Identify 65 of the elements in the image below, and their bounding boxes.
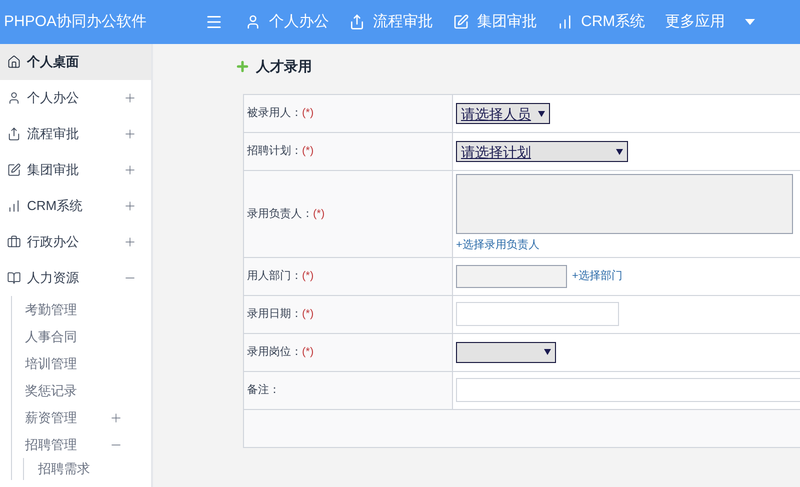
input-field[interactable] — [456, 264, 567, 288]
required-mark: (*) — [313, 206, 325, 222]
share-icon — [349, 14, 365, 30]
app-title: PHPOA协同办公软件 — [3, 12, 148, 32]
person-icon — [245, 14, 261, 30]
required-mark: (*) — [302, 306, 314, 322]
field-label: 被录用人： — [247, 106, 302, 122]
field-label: 录用负责人： — [247, 206, 313, 222]
sidebar-item[interactable]: 人力资源 — [0, 260, 151, 296]
select-field[interactable]: 请选择人员 — [456, 103, 550, 124]
field-label: 用人部门： — [247, 268, 302, 284]
required-mark: (*) — [302, 144, 314, 160]
page-title: 人才录用 — [256, 57, 312, 76]
nav-link[interactable]: 流程审批 — [349, 10, 433, 34]
sidebar-item[interactable]: 个人办公 — [0, 80, 151, 116]
sidebar-subitem[interactable]: 奖惩记录 — [12, 377, 151, 404]
sidebar-subitem[interactable]: 招聘管理 — [12, 431, 151, 458]
sidebar-item[interactable]: 流程审批 — [0, 116, 151, 152]
sidebar-item[interactable]: 个人桌面 — [0, 44, 151, 80]
sidebar-subitem[interactable]: 人事合同 — [12, 323, 151, 350]
book-icon — [7, 271, 21, 285]
text-area[interactable] — [456, 174, 793, 234]
nav-link[interactable]: 更多应用 — [665, 10, 756, 34]
person-icon — [7, 91, 21, 105]
edit-icon — [7, 163, 21, 177]
expand-icon[interactable] — [123, 163, 137, 177]
menu-icon[interactable] — [205, 13, 223, 31]
sidebar-subitem[interactable]: 招聘需求 — [24, 458, 151, 480]
input-field[interactable] — [456, 302, 619, 326]
sidebar-subitem[interactable]: 培训管理 — [12, 350, 151, 377]
sidebar-item[interactable]: CRM系统 — [0, 188, 151, 224]
select-link[interactable]: +选择部门 — [572, 268, 622, 284]
home-icon — [7, 55, 21, 69]
input-field[interactable] — [456, 378, 800, 402]
field-label: 招聘计划： — [247, 144, 302, 160]
expand-icon[interactable] — [123, 199, 137, 213]
caret-icon — [538, 110, 545, 116]
select-link[interactable]: +选择录用负责人 — [456, 237, 793, 254]
plus-icon — [235, 59, 250, 74]
bar-chart-icon — [7, 199, 21, 213]
caret-icon — [544, 349, 551, 355]
edit-icon — [453, 14, 469, 30]
briefcase-icon — [7, 235, 21, 249]
field-label: 录用岗位： — [247, 344, 302, 360]
bar-chart-icon — [557, 14, 573, 30]
expand-icon[interactable] — [109, 410, 123, 424]
share-icon — [7, 127, 21, 141]
required-mark: (*) — [302, 268, 314, 284]
required-mark: (*) — [302, 344, 314, 360]
nav-link[interactable]: CRM系统 — [557, 10, 646, 34]
field-label: 录用日期： — [247, 306, 302, 322]
sidebar-subitem[interactable]: 薪资管理 — [12, 404, 151, 431]
sidebar-item[interactable]: 集团审批 — [0, 152, 151, 188]
field-label: 备注： — [247, 382, 280, 398]
sidebar-item[interactable]: 行政办公 — [0, 224, 151, 260]
expand-icon[interactable] — [123, 235, 137, 249]
expand-icon[interactable] — [123, 91, 137, 105]
nav-link[interactable]: 集团审批 — [453, 10, 537, 34]
required-mark: (*) — [302, 106, 314, 122]
expand-icon[interactable] — [123, 127, 137, 141]
nav-link[interactable]: 个人办公 — [245, 10, 329, 34]
select-field[interactable] — [456, 342, 556, 362]
caret-icon — [616, 148, 623, 154]
sidebar-subitem[interactable]: 考勤管理 — [12, 296, 151, 323]
select-field[interactable]: 请选择计划 — [456, 141, 628, 162]
